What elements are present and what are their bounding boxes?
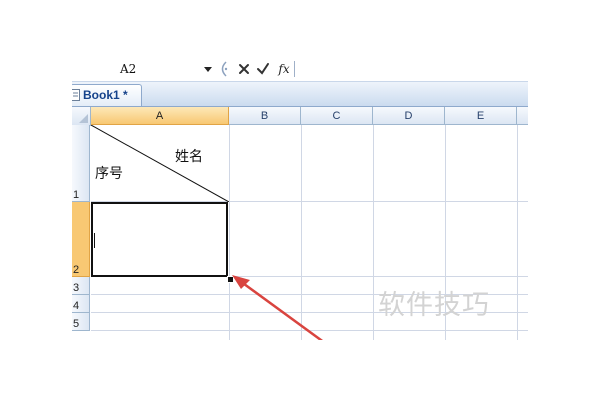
formula-input[interactable] bbox=[296, 59, 528, 79]
row-number: 1 bbox=[73, 189, 80, 201]
cell-a1-number-label: 序号 bbox=[95, 165, 123, 181]
selected-cell-a2[interactable] bbox=[91, 202, 228, 277]
workbook-icon bbox=[72, 89, 80, 101]
gridline bbox=[373, 125, 374, 340]
row-number: 3 bbox=[73, 282, 80, 294]
gridline bbox=[517, 125, 518, 340]
text-caret bbox=[94, 233, 95, 248]
workbook-tab-label: Book1 * bbox=[83, 88, 128, 102]
row-header-1[interactable]: 1 bbox=[72, 125, 90, 202]
select-all-button[interactable] bbox=[72, 107, 91, 126]
column-header-e[interactable]: E bbox=[445, 107, 517, 125]
chevron-down-icon[interactable] bbox=[204, 67, 212, 72]
row-number: 2 bbox=[73, 264, 80, 276]
pointer-arrow-icon bbox=[232, 275, 324, 340]
name-box[interactable]: A2 bbox=[72, 59, 212, 79]
column-header-a[interactable]: A bbox=[91, 107, 229, 125]
select-all-icon bbox=[79, 114, 88, 123]
row-header-3[interactable]: 3 bbox=[72, 277, 90, 295]
insert-function-button[interactable]: fx bbox=[275, 59, 293, 79]
grip-icon[interactable] bbox=[217, 61, 229, 77]
column-header-c[interactable]: C bbox=[301, 107, 373, 125]
cancel-icon[interactable] bbox=[236, 59, 252, 79]
row-header-5[interactable]: 5 bbox=[72, 313, 90, 331]
column-header-d[interactable]: D bbox=[373, 107, 445, 125]
row-header-4[interactable]: 4 bbox=[72, 295, 90, 313]
row-number: 5 bbox=[73, 318, 80, 330]
formula-bar-divider bbox=[294, 61, 295, 77]
cell-a1-diagonal-line bbox=[91, 125, 229, 202]
column-header-f[interactable] bbox=[517, 107, 528, 125]
workbook-tab-strip: Book1 * bbox=[72, 82, 528, 107]
watermark: 软件技巧 bbox=[378, 290, 490, 321]
formula-bar: A2 fx bbox=[72, 57, 528, 82]
name-box-value: A2 bbox=[120, 62, 137, 76]
enter-check-icon[interactable] bbox=[255, 59, 271, 79]
row-number: 4 bbox=[73, 300, 80, 312]
row-header-2[interactable]: 2 bbox=[72, 202, 90, 277]
cell-a1-name-label: 姓名 bbox=[175, 148, 203, 164]
workbook-tab-book1[interactable]: Book1 * bbox=[72, 84, 142, 106]
column-header-b[interactable]: B bbox=[229, 107, 301, 125]
